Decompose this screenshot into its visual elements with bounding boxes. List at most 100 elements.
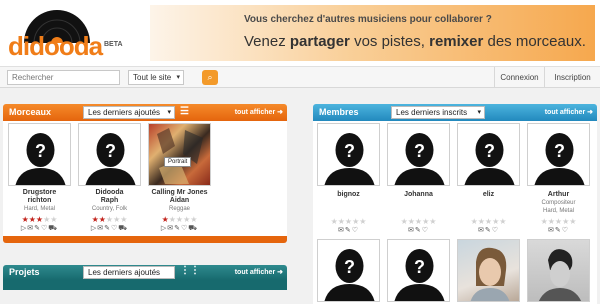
track-genre: Country, Folk (91, 206, 128, 212)
beta-badge: BETA (104, 41, 123, 48)
member-card[interactable]: ? (317, 239, 380, 302)
track-genre: Hard, Metal (23, 206, 55, 212)
arrow-right-icon: ➜ (587, 109, 593, 116)
svg-text:?: ? (554, 141, 565, 161)
tracks-panel-footer (3, 236, 287, 243)
member-actions[interactable]: ✉✎♡ (387, 226, 450, 235)
arrow-right-icon: ➜ (277, 269, 283, 276)
projects-see-all-link[interactable]: tout afficher ➜ (235, 268, 283, 276)
member-actions[interactable]: ✉✎♡ (527, 226, 590, 235)
track-card[interactable]: ? Didooda Raph Country, Folk ★★★★★ ▷✉✎♡⛟ (78, 123, 141, 233)
tracks-see-all-link[interactable]: tout afficher ➜ (235, 108, 283, 116)
svg-text:?: ? (414, 257, 425, 277)
projects-panel-body (3, 280, 287, 290)
rating-stars[interactable]: ★★★★★ (8, 215, 71, 224)
signup-link[interactable]: Inscription (544, 67, 600, 88)
search-scope-select[interactable]: Tout le site ▾ (128, 70, 184, 85)
svg-text:?: ? (35, 141, 46, 161)
track-artist: Aidan (169, 197, 190, 204)
member-card[interactable]: ? Johanna ★★★★★ ✉✎♡ (387, 123, 450, 235)
default-avatar-icon: ? (527, 123, 590, 186)
member-actions[interactable]: ✉✎♡ (317, 226, 380, 235)
rating-stars[interactable]: ★★★★★ (148, 215, 211, 224)
play-icon: ▷ (160, 225, 168, 232)
svg-text:?: ? (414, 141, 425, 161)
tracks-panel-header: Morceaux Les derniers ajoutés ▾ ☰ tout af… (3, 104, 287, 121)
rating-stars[interactable]: ★★★★★ (457, 217, 520, 226)
projects-panel-title: Projets (9, 267, 40, 277)
members-panel-body: ? bignoz ★★★★★ ✉✎♡ ? Johanna ★★★★★ ✉✎♡ ?… (313, 121, 597, 304)
track-artist: richton (27, 197, 52, 204)
rating-stars[interactable]: ★★★★★ (78, 215, 141, 224)
rating-stars[interactable]: ★★★★★ (387, 217, 450, 226)
search-icon: ⌕ (207, 72, 213, 82)
members-panel-header: Membres Les derniers inscrits ▾ tout affi… (313, 104, 597, 121)
default-avatar-icon: ? (387, 123, 450, 186)
svg-text:?: ? (344, 141, 355, 161)
track-title: Calling Mr Jones (151, 189, 208, 196)
arrow-right-icon: ➜ (277, 109, 283, 116)
member-role: Compositeur (541, 200, 576, 206)
cart-icon: ⛟ (188, 225, 199, 232)
chevron-down-icon: ▾ (477, 109, 481, 116)
promo-banner[interactable]: Vous cherchez d'autres musiciens pour co… (150, 5, 595, 61)
list-view-icon[interactable]: ☰ (180, 106, 189, 117)
member-name: bignoz (337, 191, 360, 198)
svg-text:?: ? (105, 141, 116, 161)
search-button[interactable]: ⌕ (202, 70, 218, 85)
banner-tagline: Venez partager vos pistes, remixer des m… (244, 33, 586, 50)
rating-stars[interactable]: ★★★★★ (317, 217, 380, 226)
banner-question: Vous cherchez d'autres musiciens pour co… (244, 14, 492, 25)
login-link[interactable]: Connexion (494, 67, 544, 88)
site-header: didooda BETA Vous cherchez d'autres musi… (0, 0, 600, 66)
chevron-down-icon: ▾ (176, 74, 180, 81)
track-title: Drugstore (22, 189, 57, 196)
members-see-all-link[interactable]: tout afficher ➜ (545, 108, 593, 116)
track-card[interactable]: ? Drugstore richton Hard, Metal ★★★★★ ▷✉… (8, 123, 71, 233)
track-genre: Reggae (168, 206, 191, 212)
track-card[interactable]: Portrait Calling Mr Jones Aidan Reggae ★… (148, 123, 211, 233)
member-card[interactable]: ? bignoz ★★★★★ ✉✎♡ (317, 123, 380, 235)
search-input[interactable] (7, 70, 120, 85)
member-name: Johanna (404, 191, 433, 198)
member-card[interactable]: ? Arthur Compositeur Hard, Metal ★★★★★ ✉… (527, 123, 590, 235)
default-avatar-icon: ? (457, 123, 520, 186)
rating-stars[interactable]: ★★★★★ (527, 217, 590, 226)
member-actions[interactable]: ✉✎♡ (457, 226, 520, 235)
tracks-filter-select[interactable]: Les derniers ajoutés ▾ (83, 106, 175, 119)
logo-wordmark[interactable]: didooda (8, 31, 103, 62)
member-photo (527, 239, 590, 302)
track-artist: Raph (100, 197, 119, 204)
member-card[interactable] (457, 239, 520, 302)
projects-panel-header: Projets Les derniers ajoutés ⋮⋮ tout aff… (3, 265, 287, 280)
svg-text:?: ? (484, 141, 495, 161)
play-icon: ▷ (20, 225, 28, 232)
artwork-tooltip: Portrait (164, 157, 192, 167)
cart-icon: ⛟ (118, 225, 129, 232)
members-filter-select[interactable]: Les derniers inscrits ▾ (391, 106, 485, 119)
projects-filter-select[interactable]: Les derniers ajoutés (83, 266, 175, 279)
svg-text:?: ? (344, 257, 355, 277)
grid-view-icon[interactable]: ⋮⋮ (180, 265, 200, 276)
member-photo (457, 239, 520, 302)
tracks-panel-title: Morceaux (9, 107, 52, 117)
member-card[interactable]: ? eliz ★★★★★ ✉✎♡ (457, 123, 520, 235)
search-bar: Tout le site▾ ⌕ Connexion Inscription (0, 66, 600, 88)
member-card[interactable]: ? (387, 239, 450, 302)
member-name: Arthur (547, 191, 570, 198)
track-actions[interactable]: ▷✉✎♡⛟ (148, 224, 211, 233)
member-name: eliz (482, 191, 495, 198)
default-avatar-icon: ? (78, 123, 141, 186)
default-avatar-icon: ? (8, 123, 71, 186)
member-card[interactable] (527, 239, 590, 302)
track-actions[interactable]: ▷✉✎♡⛟ (78, 224, 141, 233)
track-actions[interactable]: ▷✉✎♡⛟ (8, 224, 71, 233)
default-avatar-icon: ? (317, 239, 380, 302)
member-genre: Hard, Metal (542, 208, 574, 214)
track-title: Didooda (95, 189, 124, 196)
tracks-panel-body: ? Drugstore richton Hard, Metal ★★★★★ ▷✉… (3, 121, 287, 236)
cart-icon: ⛟ (48, 225, 59, 232)
chevron-down-icon: ▾ (167, 109, 171, 116)
track-artwork: Portrait (148, 123, 211, 186)
play-icon: ▷ (90, 225, 98, 232)
